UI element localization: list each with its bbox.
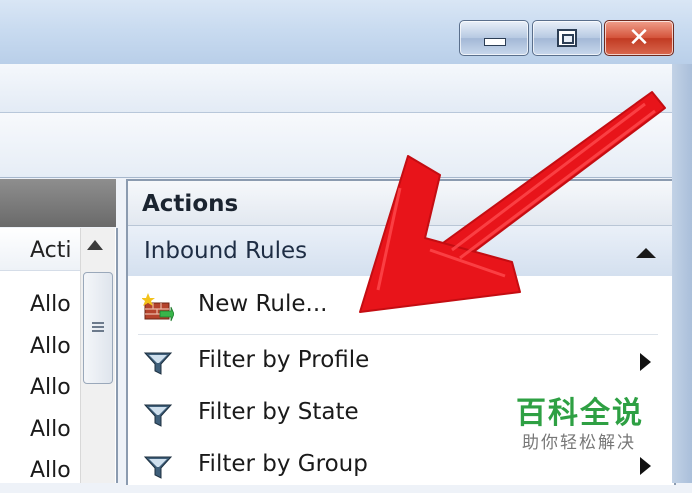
scroll-up-arrow-icon[interactable] [87,240,103,250]
window-frame-right [672,64,692,483]
action-label: Filter by State [198,399,359,425]
actions-pane-header: Actions [128,181,674,226]
action-label: Filter by Profile [198,347,370,373]
vertical-scrollbar[interactable] [80,228,115,483]
submenu-arrow-icon [640,457,651,475]
table-cell-action[interactable]: Allo [30,334,80,359]
minimize-button[interactable] [459,20,529,56]
toolbar [0,113,692,178]
window-title-bar: ✕ [0,0,692,64]
minimize-icon [484,38,506,46]
menu-bar [0,64,692,113]
table-cell-action[interactable]: Allo [30,417,80,442]
collapse-triangle-icon[interactable] [636,248,656,258]
action-label: Filter by Group [198,451,368,477]
inbound-rules-section-header[interactable]: Inbound Rules [128,226,674,276]
table-cell-action[interactable]: Allo [30,375,80,400]
restore-button[interactable] [532,20,602,56]
rules-list-pane: Acti Allo Allo Allo Allo Allo [0,228,118,483]
action-new-rule[interactable]: New Rule... [128,281,674,333]
grip-icon [92,320,104,334]
restore-icon [557,29,577,47]
action-label: New Rule... [198,291,328,317]
close-icon: ✕ [628,23,650,53]
actions-title: Actions [142,191,239,217]
divider [138,334,658,335]
submenu-arrow-icon [640,353,651,371]
rules-pane-header [0,179,116,227]
filter-icon [143,404,173,427]
watermark-tagline: 助你轻松解决 [522,433,636,453]
watermark-logo-text: 百科全说 [516,396,644,431]
column-header-action[interactable]: Acti [0,228,80,271]
close-button[interactable]: ✕ [604,20,674,56]
action-filter-by-profile[interactable]: Filter by Profile [128,337,674,389]
scrollbar-thumb[interactable] [83,272,113,384]
column-header-label: Acti [30,238,72,263]
table-cell-action[interactable]: Allo [30,292,80,317]
filter-icon [143,456,173,479]
new-rule-icon [142,293,174,322]
section-title: Inbound Rules [144,238,308,264]
filter-icon [143,352,173,375]
table-cell-action[interactable]: Allo [30,458,80,483]
